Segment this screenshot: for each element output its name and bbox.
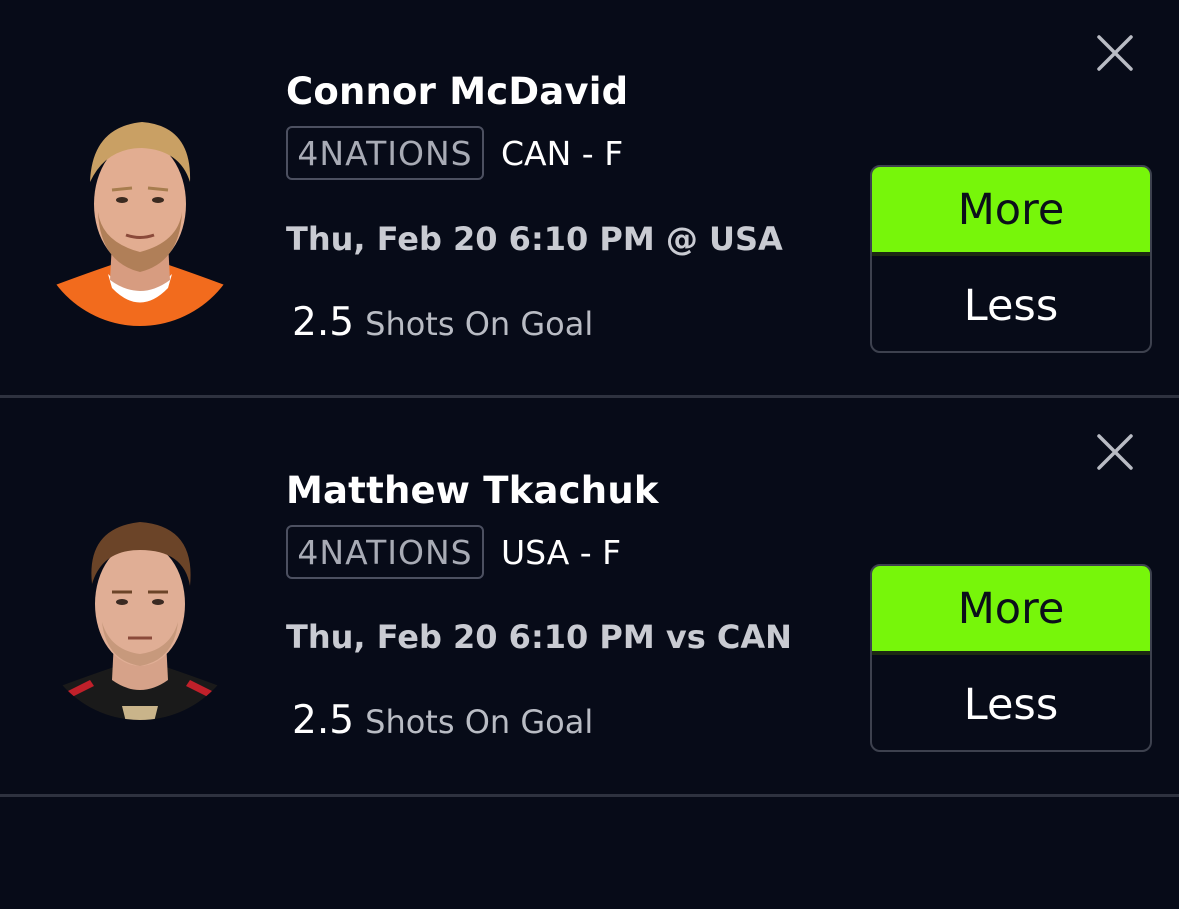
game-time: Thu, Feb 20 6:10 PM @ USA bbox=[286, 220, 783, 258]
stat-type: Shots On Goal bbox=[365, 703, 594, 741]
less-button[interactable]: Less bbox=[872, 260, 1150, 351]
less-button[interactable]: Less bbox=[872, 659, 1150, 750]
divider bbox=[0, 794, 1179, 797]
close-icon[interactable] bbox=[1095, 432, 1135, 472]
team-position: CAN - F bbox=[501, 134, 624, 173]
more-less-toggle: More Less bbox=[870, 564, 1152, 752]
player-name: Connor McDavid bbox=[286, 70, 629, 113]
line-value: 2.5 bbox=[292, 698, 355, 743]
game-time: Thu, Feb 20 6:10 PM vs CAN bbox=[286, 618, 792, 656]
stat-type: Shots On Goal bbox=[365, 305, 594, 343]
stat-line: 2.5 Shots On Goal bbox=[292, 698, 593, 743]
more-less-toggle: More Less bbox=[870, 165, 1152, 353]
team-position: USA - F bbox=[501, 533, 622, 572]
more-button[interactable]: More bbox=[872, 167, 1150, 256]
player-name: Matthew Tkachuk bbox=[286, 469, 659, 512]
pick-list: Connor McDavid 4NATIONS CAN - F Thu, Feb… bbox=[0, 0, 1179, 909]
close-icon[interactable] bbox=[1095, 33, 1135, 73]
stat-line: 2.5 Shots On Goal bbox=[292, 300, 593, 345]
more-button[interactable]: More bbox=[872, 566, 1150, 655]
player-avatar bbox=[50, 510, 230, 728]
line-value: 2.5 bbox=[292, 300, 355, 345]
pick-card: Matthew Tkachuk 4NATIONS USA - F Thu, Fe… bbox=[0, 398, 1179, 796]
pick-card: Connor McDavid 4NATIONS CAN - F Thu, Feb… bbox=[0, 0, 1179, 398]
league-badge: 4NATIONS bbox=[286, 525, 484, 579]
player-avatar bbox=[50, 112, 230, 330]
league-badge: 4NATIONS bbox=[286, 126, 484, 180]
